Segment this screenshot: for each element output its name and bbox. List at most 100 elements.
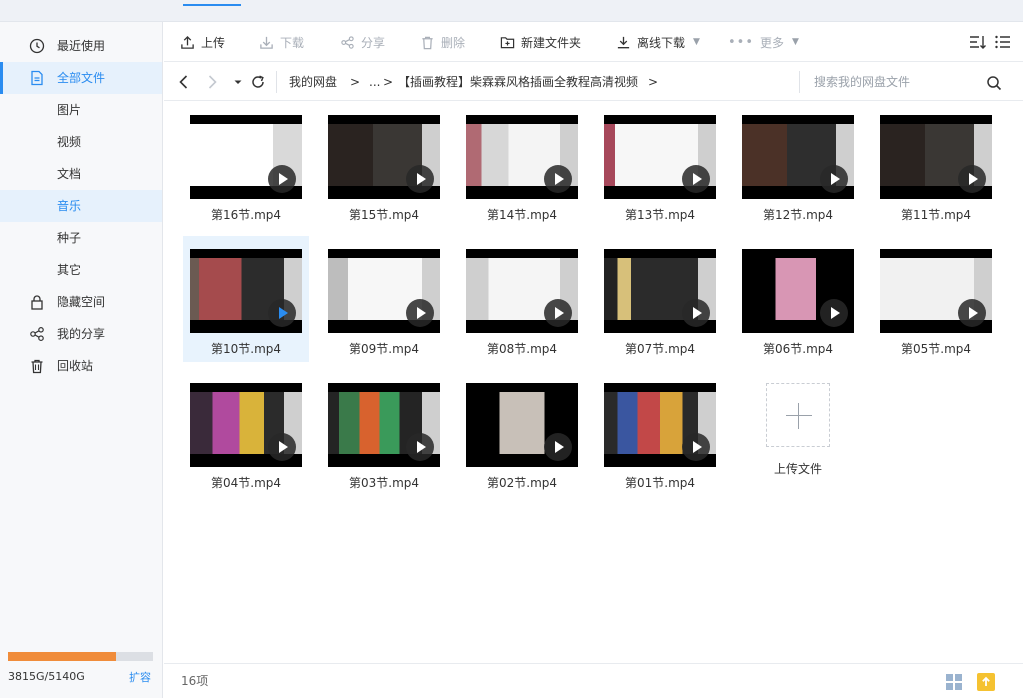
play-icon[interactable] — [406, 299, 434, 327]
active-tab-indicator — [183, 4, 241, 6]
storage-quota-bar — [8, 652, 153, 661]
play-icon[interactable] — [544, 433, 572, 461]
video-thumbnail — [742, 249, 854, 333]
upload-button[interactable]: 上传 — [180, 22, 225, 62]
file-name: 第10节.mp4 — [210, 342, 282, 356]
breadcrumb-ellipsis[interactable]: ... — [369, 63, 380, 101]
play-icon[interactable] — [544, 165, 572, 193]
expand-storage-link[interactable]: 扩容 — [129, 669, 151, 685]
file-tile[interactable]: 第10节.mp4 — [183, 236, 309, 362]
trash-icon — [422, 36, 433, 49]
sidebar-item-label: 视频 — [57, 135, 82, 149]
upload-queue-icon[interactable] — [977, 673, 995, 691]
sidebar-item-documents[interactable]: 文档 — [0, 158, 162, 190]
sidebar-item-images[interactable]: 图片 — [0, 94, 162, 126]
sidebar-item-label: 最近使用 — [57, 39, 106, 53]
video-thumbnail — [466, 383, 578, 467]
forward-arrow-icon[interactable] — [204, 73, 220, 91]
file-tile[interactable]: 第14节.mp4 — [459, 102, 585, 228]
file-tile[interactable]: 第15节.mp4 — [321, 102, 447, 228]
history-dropdown-icon[interactable] — [230, 73, 246, 91]
list-view-icon[interactable] — [994, 34, 1012, 50]
file-tile[interactable]: 第03节.mp4 — [321, 370, 447, 496]
upload-file-tile[interactable]: 上传文件 — [735, 370, 861, 496]
netdisk-window: 最近使用 全部文件 图片 视频 文档 音乐 种子 其它 隐藏空间 我的分享 回收… — [0, 0, 1023, 698]
file-tile[interactable]: 第09节.mp4 — [321, 236, 447, 362]
search-input[interactable] — [814, 72, 974, 92]
divider — [276, 71, 277, 93]
file-tile[interactable]: 第02节.mp4 — [459, 370, 585, 496]
trash-icon — [31, 359, 43, 374]
play-icon[interactable] — [682, 165, 710, 193]
sidebar-item-label: 隐藏空间 — [57, 295, 106, 309]
video-thumbnail — [604, 383, 716, 467]
upload-file-label: 上传文件 — [773, 462, 822, 476]
play-icon[interactable] — [820, 165, 848, 193]
play-icon[interactable] — [820, 299, 848, 327]
file-name: 第05节.mp4 — [900, 342, 972, 356]
file-tile[interactable]: 第01节.mp4 — [597, 370, 723, 496]
play-icon[interactable] — [682, 433, 710, 461]
play-icon[interactable] — [268, 299, 296, 327]
sidebar-item-label: 我的分享 — [57, 327, 106, 341]
lock-icon — [31, 295, 43, 310]
file-tile[interactable]: 第04节.mp4 — [183, 370, 309, 496]
new-folder-icon — [500, 36, 515, 48]
sort-icon[interactable] — [969, 34, 987, 50]
plus-icon — [766, 383, 830, 447]
file-tile[interactable]: 第07节.mp4 — [597, 236, 723, 362]
play-icon[interactable] — [958, 165, 986, 193]
file-tile[interactable]: 第08节.mp4 — [459, 236, 585, 362]
back-arrow-icon[interactable] — [176, 73, 192, 91]
sidebar-item-label: 图片 — [57, 103, 82, 117]
sidebar-item-others[interactable]: 其它 — [0, 254, 162, 286]
play-icon[interactable] — [406, 165, 434, 193]
share-button[interactable]: 分享 — [340, 22, 385, 62]
sidebar-item-videos[interactable]: 视频 — [0, 126, 162, 158]
sidebar-item-my-shares[interactable]: 我的分享 — [0, 318, 162, 350]
file-tile[interactable]: 第06节.mp4 — [735, 236, 861, 362]
file-tile[interactable]: 第13节.mp4 — [597, 102, 723, 228]
delete-label: 删除 — [441, 35, 466, 50]
video-thumbnail — [742, 115, 854, 199]
clock-icon — [29, 38, 45, 54]
delete-button[interactable]: 删除 — [420, 22, 465, 62]
download-button[interactable]: 下载 — [259, 22, 304, 62]
file-tile[interactable]: 第05节.mp4 — [873, 236, 999, 362]
navigation-bar: 我的网盘 > ... > 【插画教程】柴霖霖风格插画全教程高清视频 > — [164, 63, 1023, 101]
play-icon[interactable] — [682, 299, 710, 327]
sidebar-item-recent[interactable]: 最近使用 — [0, 30, 162, 62]
play-icon[interactable] — [958, 299, 986, 327]
play-icon[interactable] — [544, 299, 572, 327]
breadcrumb-current[interactable]: 【插画教程】柴霖霖风格插画全教程高清视频 — [398, 63, 638, 101]
play-icon[interactable] — [268, 433, 296, 461]
more-button[interactable]: ••• 更多 ▼ — [728, 22, 799, 62]
file-name: 第03节.mp4 — [348, 476, 420, 490]
file-tile[interactable]: 第11节.mp4 — [873, 102, 999, 228]
play-icon[interactable] — [268, 165, 296, 193]
sidebar-item-recycle-bin[interactable]: 回收站 — [0, 350, 162, 382]
storage-quota-fill — [8, 652, 116, 661]
sidebar-item-label: 种子 — [57, 231, 82, 245]
file-name: 第06节.mp4 — [762, 342, 834, 356]
refresh-icon[interactable] — [250, 73, 266, 91]
file-tile[interactable]: 第12节.mp4 — [735, 102, 861, 228]
new-folder-button[interactable]: 新建文件夹 — [500, 22, 581, 62]
file-name: 第07节.mp4 — [624, 342, 696, 356]
play-icon[interactable] — [406, 433, 434, 461]
upload-label: 上传 — [201, 35, 226, 50]
sidebar-item-hidden-space[interactable]: 隐藏空间 — [0, 286, 162, 318]
file-tile[interactable]: 第16节.mp4 — [183, 102, 309, 228]
grid-view-icon[interactable] — [945, 673, 963, 691]
divider — [799, 71, 800, 93]
breadcrumb-separator: > — [350, 75, 361, 89]
video-thumbnail — [880, 249, 992, 333]
sidebar-item-music[interactable]: 音乐 — [0, 190, 162, 222]
sidebar-item-torrents[interactable]: 种子 — [0, 222, 162, 254]
search-icon[interactable] — [986, 75, 1002, 91]
file-name: 第09节.mp4 — [348, 342, 420, 356]
sidebar-item-all-files[interactable]: 全部文件 — [0, 62, 162, 94]
breadcrumb-root[interactable]: 我的网盘 — [289, 63, 337, 101]
offline-download-button[interactable]: 离线下载 ▼ — [616, 22, 700, 62]
breadcrumb-separator: > — [648, 75, 659, 89]
